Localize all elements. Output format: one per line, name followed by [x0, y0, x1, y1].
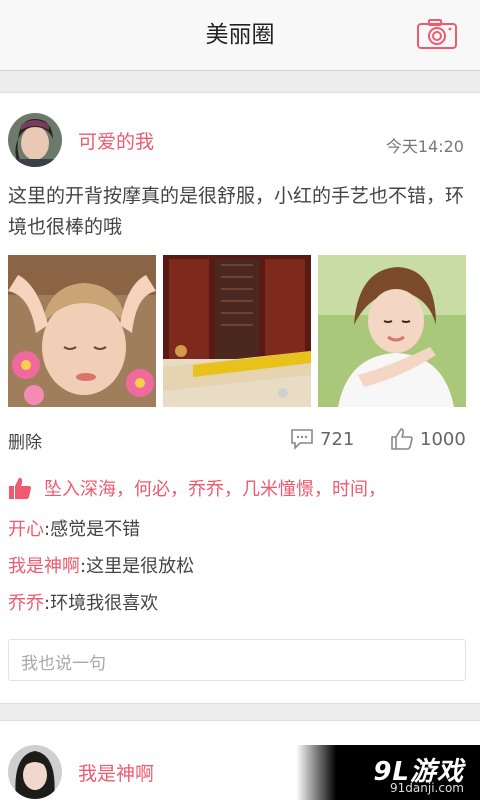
post-timestamp: 今天14:20: [385, 137, 464, 156]
comment-text: 这里是很放松: [86, 556, 195, 577]
app-header: 美丽圈: [0, 0, 480, 71]
watermark-url: 91danji.com: [390, 781, 464, 795]
like-count-value: 1000: [420, 428, 466, 450]
comment-count[interactable]: 721: [290, 426, 354, 452]
thumbs-up-icon: [391, 428, 413, 450]
reply-placeholder: 我也说一句: [21, 654, 106, 674]
avatar[interactable]: [8, 745, 62, 799]
comment-icon: [291, 429, 313, 450]
like-count[interactable]: 1000: [390, 426, 466, 452]
likers-row: 坠入深海，何必，乔乔，几米憧憬，时间，: [8, 473, 386, 503]
smiling-woman-photo[interactable]: [318, 255, 466, 407]
post-text: 这里的开背按摩真的是很舒服，小红的手艺也不错，环境也很棒的哦: [8, 185, 465, 238]
spa-room-photo[interactable]: [163, 255, 311, 407]
avatar[interactable]: [8, 113, 62, 167]
facial-massage-photo[interactable]: [8, 255, 156, 407]
thumbs-up-filled-icon: [9, 477, 31, 499]
comment-text: 感觉是不错: [50, 519, 141, 540]
post-card: 可爱的我 今天14:20 这里的开背按摩真的是很舒服，小红的手艺也不错，环境也很…: [0, 92, 480, 704]
reply-input[interactable]: 我也说一句: [8, 639, 466, 681]
page-title: 美丽圈: [205, 22, 275, 48]
comment-author[interactable]: 我是神啊: [8, 556, 80, 577]
post-username[interactable]: 可爱的我: [78, 129, 154, 155]
comment-item[interactable]: 我是神啊:这里是很放松: [8, 554, 194, 580]
camera-icon: [417, 19, 457, 49]
comment-author[interactable]: 开心: [8, 519, 44, 540]
comment-item[interactable]: 乔乔:环境我很喜欢: [8, 591, 158, 617]
comment-author[interactable]: 乔乔: [8, 593, 44, 614]
delete-link[interactable]: 删除: [8, 428, 42, 453]
post-username[interactable]: 我是神啊: [78, 761, 154, 787]
camera-button[interactable]: [416, 18, 460, 52]
comment-item[interactable]: 开心:感觉是不错: [8, 517, 140, 543]
site-watermark: 9L游戏 91danji.com: [296, 745, 480, 800]
comment-count-value: 721: [320, 428, 355, 450]
likers-names[interactable]: 坠入深海，何必，乔乔，几米憧憬，时间，: [44, 475, 386, 501]
comment-text: 环境我很喜欢: [50, 593, 159, 614]
